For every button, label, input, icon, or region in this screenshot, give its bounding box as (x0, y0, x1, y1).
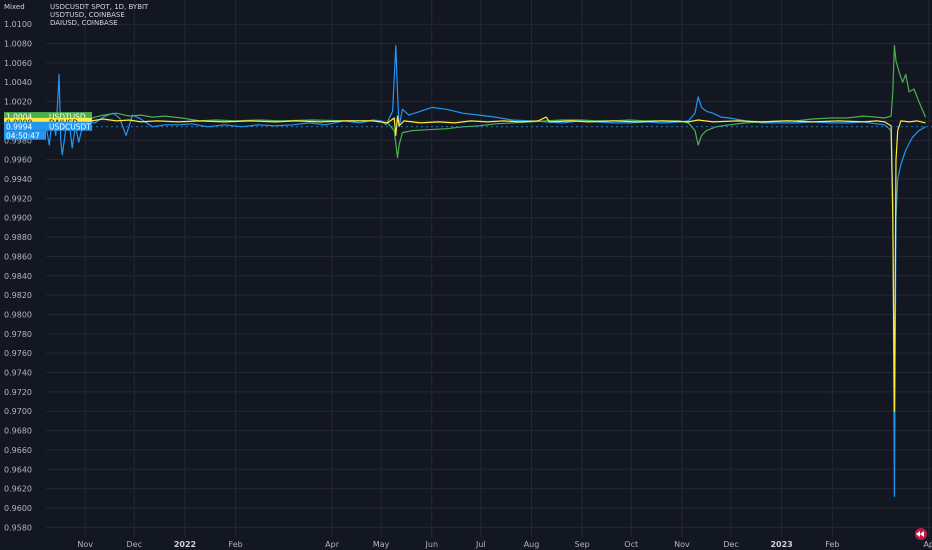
price-tag-usdcusdt[interactable]: 0.9994 USDCUSDT (4, 121, 92, 132)
y-tick-label: 0.9700 (4, 407, 32, 416)
x-tick-label: Feb (825, 540, 839, 549)
y-tick-label: 0.9860 (4, 252, 32, 261)
y-tick-label: 0.9720 (4, 388, 32, 397)
legend-symbol-2[interactable]: USDTUSD, COINBASE (50, 11, 125, 19)
y-tick-label: 0.9580 (4, 523, 32, 532)
x-tick-label: Aug (524, 540, 540, 549)
x-tick-label: Nov (77, 540, 93, 549)
y-tick-label: 0.9900 (4, 214, 32, 223)
legend-symbol-3[interactable]: DAIUSD, COINBASE (50, 19, 118, 27)
y-tick-label: 0.9880 (4, 233, 32, 242)
y-tick-label: 0.9740 (4, 369, 32, 378)
x-tick-label: 2023 (770, 540, 792, 549)
x-tick-label: Dec (127, 540, 142, 549)
x-tick-label: Sep (575, 540, 590, 549)
y-tick-label: 0.9620 (4, 485, 32, 494)
countdown-text: 04:50:47 (6, 131, 40, 140)
y-tick-label: 0.9680 (4, 427, 32, 436)
y-tick-label: 1.0040 (4, 78, 32, 87)
y-tick-label: 0.9600 (4, 504, 32, 513)
y-tick-label: 0.9640 (4, 465, 32, 474)
y-tick-label: 0.9660 (4, 446, 32, 455)
x-tick-label: May (373, 540, 390, 549)
x-tick-label: Jul (475, 540, 486, 549)
scale-mode-label[interactable]: Mixed (4, 3, 25, 11)
bar-countdown: 04:50:47 (4, 130, 46, 140)
price-tag-value: 0.9994 (6, 122, 32, 131)
y-tick-label: 1.0060 (4, 59, 32, 68)
x-tick-label: Feb (229, 540, 243, 549)
x-tick-label: Nov (674, 540, 690, 549)
x-tick-label: 2022 (174, 540, 196, 549)
x-tick-label: Ap (923, 540, 932, 549)
legend-symbol-1[interactable]: USDCUSDT SPOT, 1D, BYBIT (50, 3, 149, 11)
y-tick-label: 0.9840 (4, 272, 32, 281)
price-chart[interactable]: Nov Dec 2022 Feb Apr May Jun Jul Aug Sep Oct Nov Dec… (0, 0, 932, 550)
y-tick-label: 0.9960 (4, 156, 32, 165)
x-tick-label: Oct (624, 540, 638, 549)
y-tick-label: 0.9940 (4, 175, 32, 184)
y-tick-label: 0.9780 (4, 330, 32, 339)
y-tick-label: 0.9920 (4, 194, 32, 203)
x-tick-label: Jun (425, 540, 439, 549)
go-to-realtime-icon[interactable] (915, 528, 927, 540)
x-tick-label: Dec (723, 540, 738, 549)
y-tick-label: 0.9760 (4, 349, 32, 358)
y-tick-label: 1.0100 (4, 20, 32, 29)
x-tick-label: Apr (325, 540, 340, 549)
y-tick-label: 1.0080 (4, 40, 32, 49)
y-tick-label: 0.9820 (4, 291, 32, 300)
y-tick-label: 0.9800 (4, 310, 32, 319)
price-tag-symbol: USDCUSDT (49, 122, 91, 131)
y-tick-label: 1.0020 (4, 98, 32, 107)
